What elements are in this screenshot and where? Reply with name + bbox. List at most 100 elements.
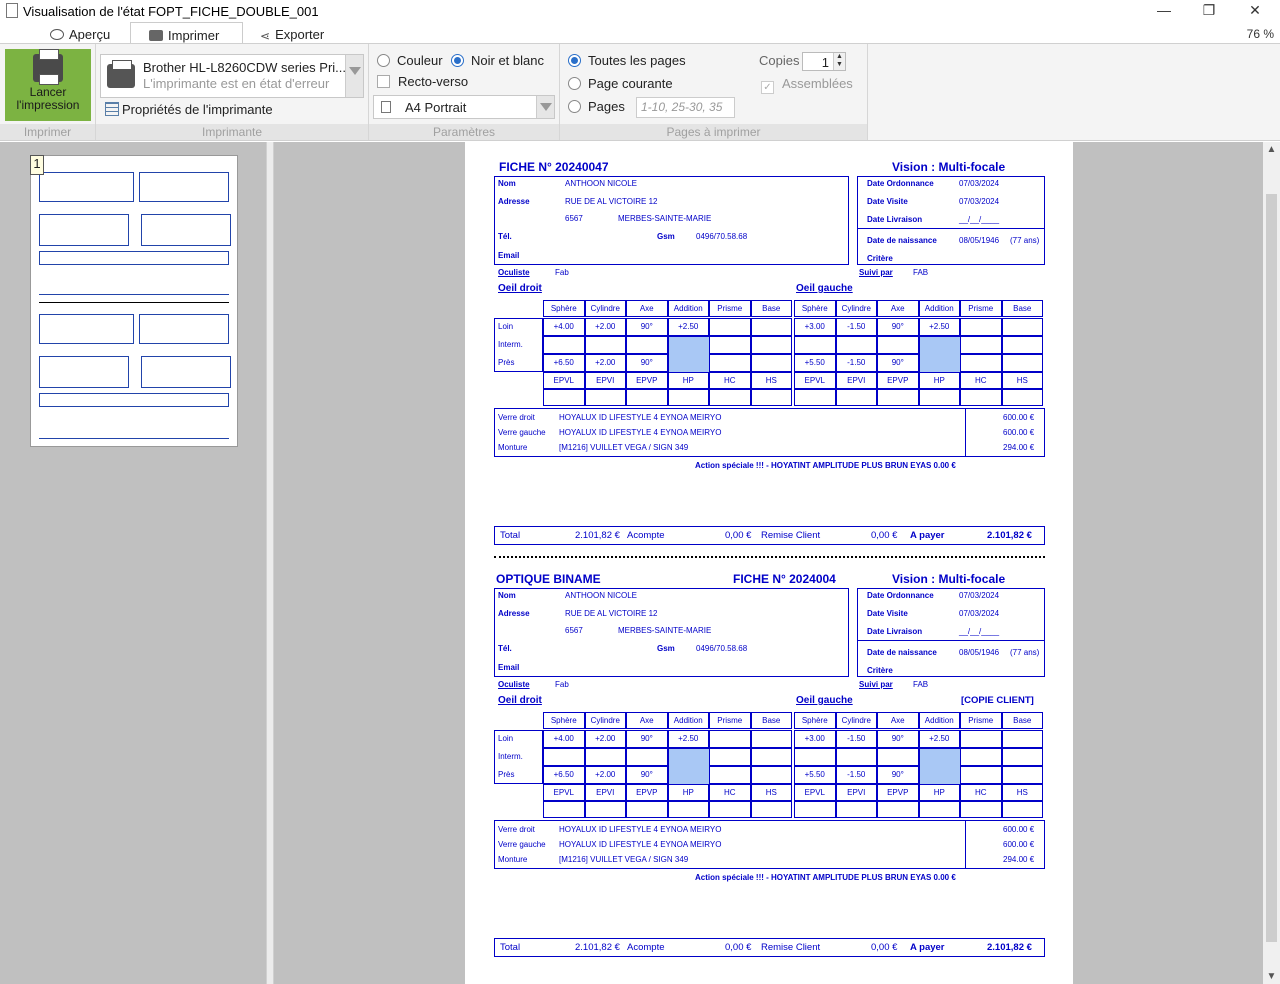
rx-cell [709, 389, 751, 406]
rx-cell [794, 801, 836, 818]
spin-icon[interactable]: ▲ ▼ [833, 53, 845, 70]
rx-cell [794, 336, 836, 354]
printer-select[interactable]: Brother HL-L8260CDW series Pri... L'impr… [100, 54, 364, 98]
rx-cell [667, 389, 709, 406]
tab-imprimer[interactable]: Imprimer [130, 22, 243, 44]
rx-col-header: Axe [639, 716, 654, 725]
label-critere: Critère [867, 666, 893, 675]
rx-value: +5.50 [804, 358, 825, 367]
fiche-title: FICHE N° 2024004 [733, 572, 836, 586]
rx-value: +2.50 [929, 322, 950, 331]
copies-stepper[interactable]: 1 ▲ ▼ [802, 52, 846, 71]
checkbox-recto-verso[interactable]: Recto-verso [377, 74, 468, 89]
radio-pages[interactable]: Pages [568, 99, 625, 114]
rx-col-header: HC [723, 376, 736, 385]
scroll-up-icon[interactable]: ▲ [1263, 144, 1280, 155]
label-adresse: Adresse [498, 197, 530, 206]
rx-cell [626, 748, 668, 766]
verre-gauche: HOYALUX ID LIFESTYLE 4 EYNOA MEIRYO [559, 840, 722, 849]
rx-cell [709, 336, 751, 354]
prix-monture: 294.00 € [1003, 855, 1035, 864]
label-email: Email [498, 663, 520, 672]
rule-line [857, 640, 1045, 641]
printer-icon [107, 60, 135, 88]
rx-col-header: EPVP [636, 788, 658, 797]
remise-value: 0,00 € [871, 530, 898, 541]
action-speciale: Action spéciale !!! - HOYATINT AMPLITUDE… [695, 873, 956, 882]
label-verre-gauche: Verre gauche [498, 428, 546, 437]
group-label: Paramètres [369, 124, 559, 140]
print-button[interactable]: Lancer l'impression [5, 49, 91, 121]
rx-col-header: Addition [673, 304, 703, 313]
pages-input[interactable]: 1-10, 25-30, 35 [636, 97, 735, 118]
rx-col-header: Addition [924, 716, 954, 725]
thumbnail-page[interactable] [30, 155, 238, 447]
paper-format-select[interactable]: A4 Portrait [373, 95, 555, 119]
rx-col-header: EPVL [553, 376, 574, 385]
label-date-ordonnance: Date Ordonnance [867, 179, 934, 188]
page-icon [381, 101, 391, 113]
scroll-thumb[interactable] [1266, 194, 1277, 942]
rx-col-header: HP [682, 376, 694, 385]
monture: [M1216] VUILLET VEGA / SIGN 349 [559, 855, 689, 864]
rx-col-header: HP [933, 376, 945, 385]
rx-cell [960, 354, 1002, 372]
rx-col-header: HC [723, 788, 736, 797]
rx-cell [709, 748, 751, 766]
panel-splitter[interactable] [266, 142, 274, 984]
label-date-ordonnance: Date Ordonnance [867, 591, 934, 600]
rx-value: -1.50 [847, 770, 866, 779]
rx-cell [750, 730, 792, 748]
rx-col-header: Base [762, 716, 781, 725]
rx-value: +2.50 [678, 322, 699, 331]
tab-apercu[interactable]: Aperçu [50, 22, 110, 44]
thumbnail-panel: 1 [0, 142, 266, 984]
rx-value: +3.00 [804, 322, 825, 331]
patient-gsm: 0496/70.58.68 [696, 232, 748, 241]
minimize-button[interactable]: — [1149, 2, 1179, 20]
copies-label: Copies [759, 53, 800, 68]
rx-value: 90° [640, 322, 653, 331]
document-icon [6, 3, 18, 18]
label-gsm: Gsm [657, 232, 675, 241]
separator-line [494, 556, 1045, 558]
radio-toutes-pages[interactable]: Toutes les pages [568, 53, 686, 68]
rx-col-header: EPVI [847, 376, 866, 385]
rx-col-header: EPVP [887, 376, 909, 385]
rx-col-header: Prisme [968, 304, 994, 313]
chevron-down-icon[interactable] [345, 55, 363, 97]
vertical-scrollbar[interactable]: ▲ ▼ [1263, 142, 1280, 984]
rx-value: 90° [891, 770, 904, 779]
radio-couleur[interactable]: Couleur [377, 53, 443, 68]
radio-page-courante[interactable]: Page courante [568, 76, 673, 91]
date-ordonnance: 07/03/2024 [959, 179, 1000, 188]
rx-cell [1001, 336, 1043, 354]
rx-value: -1.50 [847, 734, 866, 743]
close-button[interactable]: ✕ [1240, 2, 1270, 20]
printer-properties-button[interactable]: Propriétés de l'imprimante [105, 102, 273, 117]
rx-col-header: Addition [924, 304, 954, 313]
label-tel: Tél. [498, 644, 512, 653]
restore-button[interactable]: ❐ [1194, 2, 1224, 20]
patient-postcode: 6567 [565, 214, 583, 223]
rx-cell [626, 336, 668, 354]
rx-col-header: Base [762, 304, 781, 313]
rx-cell [877, 748, 919, 766]
rx-value: -1.50 [847, 358, 866, 367]
rx-col-header: Cylindre [590, 304, 620, 313]
label-adresse: Adresse [498, 609, 530, 618]
date-livraison: __/__/____ [959, 627, 1000, 636]
scroll-down-icon[interactable]: ▼ [1263, 971, 1280, 982]
checkbox-assemblees[interactable]: ✓ Assemblées [761, 76, 853, 94]
group-imprimer: Lancer l'impression Imprimer [0, 44, 96, 140]
date-visite: 07/03/2024 [959, 609, 1000, 618]
rx-col-header: HS [765, 788, 777, 797]
ribbon: Lancer l'impression Imprimer Brother HL-… [0, 43, 1280, 141]
tab-exporter[interactable]: ⋖ Exporter [260, 22, 324, 44]
prix-verre-gauche: 600.00 € [1003, 840, 1035, 849]
chevron-down-icon[interactable] [536, 96, 554, 118]
prix-verre-droit: 600.00 € [1003, 413, 1035, 422]
radio-noir-et-blanc[interactable]: Noir et blanc [451, 53, 544, 68]
rx-cell [584, 336, 626, 354]
acompte-value: 0,00 € [725, 530, 752, 541]
